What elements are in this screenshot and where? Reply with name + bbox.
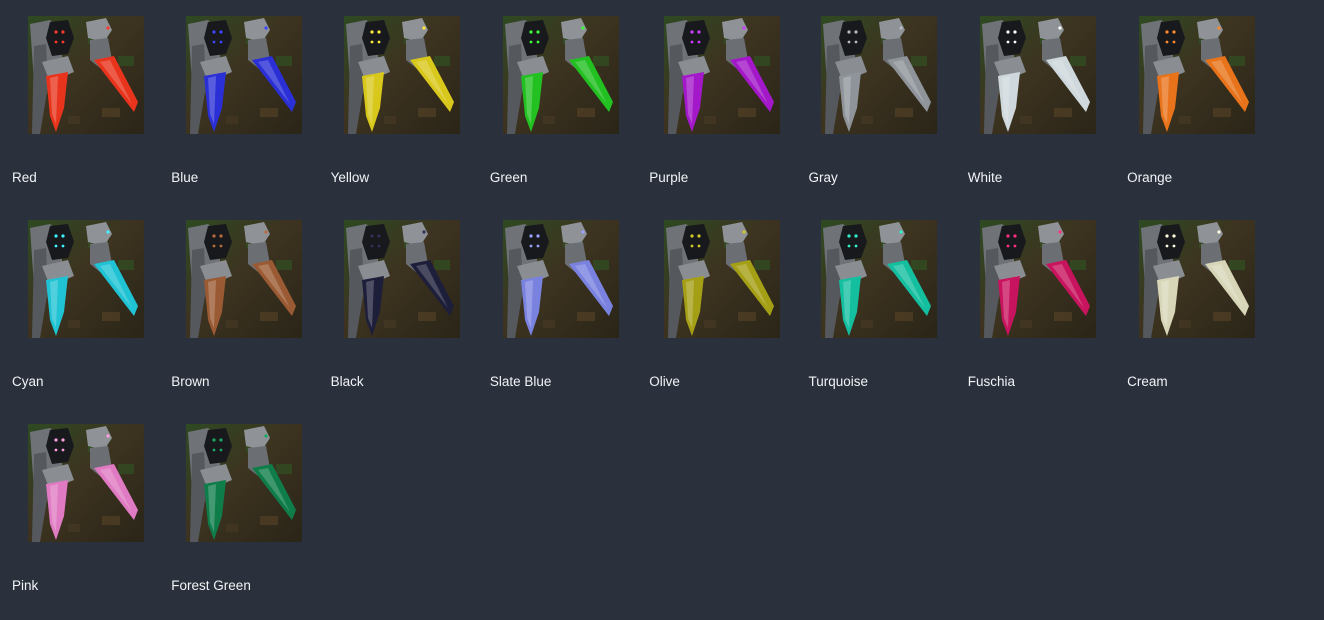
variant-label: Olive <box>649 374 680 389</box>
variant-label: Gray <box>808 170 838 185</box>
variant-label: Blue <box>171 170 199 185</box>
variant-preview-image <box>186 424 302 542</box>
variant-label: Green <box>489 170 528 185</box>
variant-label: Pink <box>12 578 39 593</box>
variant-preview-image <box>664 220 780 338</box>
variant-preview-image <box>821 220 937 338</box>
variant-preview-image <box>664 16 780 134</box>
variant-preview-image <box>344 16 460 134</box>
variant-label: Turquoise <box>808 374 869 389</box>
color-variant-gallery: Red Blue Yellow Green Purple Gray White … <box>0 0 1324 620</box>
variant-label: Black <box>330 374 364 389</box>
variant-label: White <box>967 170 1003 185</box>
variant-label: Brown <box>171 374 210 389</box>
variant-preview-image <box>1139 220 1255 338</box>
variant-label: Slate Blue <box>489 374 552 389</box>
variant-preview-image <box>821 16 937 134</box>
variant-label: Orange <box>1127 170 1173 185</box>
variant-label: Purple <box>649 170 689 185</box>
variant-preview-image <box>28 220 144 338</box>
variant-label: Forest Green <box>171 578 251 593</box>
variant-preview-image <box>980 220 1096 338</box>
variant-label: Red <box>12 170 37 185</box>
variant-preview-image <box>186 220 302 338</box>
variant-label: Fuschia <box>967 374 1016 389</box>
variant-preview-image <box>28 16 144 134</box>
variant-label: Cyan <box>12 374 44 389</box>
variant-preview-image <box>344 220 460 338</box>
variant-preview-image <box>503 220 619 338</box>
variant-label: Yellow <box>330 170 370 185</box>
variant-preview-image <box>503 16 619 134</box>
variant-preview-image <box>186 16 302 134</box>
variant-preview-image <box>1139 16 1255 134</box>
variant-preview-image <box>980 16 1096 134</box>
variant-preview-image <box>28 424 144 542</box>
variant-label: Cream <box>1127 374 1168 389</box>
